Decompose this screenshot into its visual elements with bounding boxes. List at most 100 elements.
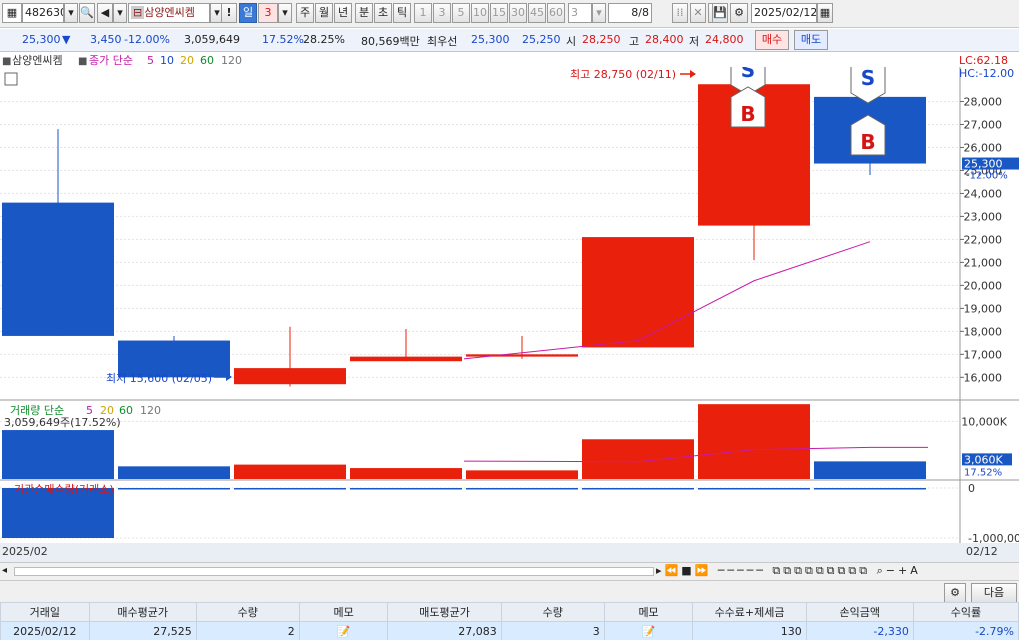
interval-select-dropdown-icon[interactable]: ▾ xyxy=(592,3,606,23)
grid-menu-icon[interactable]: ▦ xyxy=(2,3,22,23)
period-day-button[interactable]: 일 xyxy=(239,3,257,23)
interval-45-button[interactable]: 45 xyxy=(528,3,546,23)
stock-code-input[interactable]: 482630 xyxy=(22,3,64,23)
toolbar: ▦ 482630 ▾ 🔍 ◀ ▾ ⊟ 삼양엔씨켐 ▾ ! 일 3 ▾ 주 월 년 … xyxy=(0,0,1019,28)
col-fee-tax: 수수료+제세금 xyxy=(692,602,807,622)
alert-icon[interactable]: ! xyxy=(221,3,237,23)
period-month-button[interactable]: 월 xyxy=(315,3,333,23)
memo-icon[interactable]: 📝 xyxy=(298,621,389,640)
volume-bar[interactable] xyxy=(2,430,114,479)
period-count-dropdown-icon[interactable]: ▾ xyxy=(278,3,292,23)
trade-amount: 80,569백만 xyxy=(361,35,420,48)
institution-bar[interactable] xyxy=(118,488,230,490)
speaker-dropdown-icon[interactable]: ▾ xyxy=(113,3,127,23)
open-label: 시 xyxy=(566,35,577,48)
volume-bar[interactable] xyxy=(234,464,346,479)
interval-30-button[interactable]: 30 xyxy=(509,3,527,23)
volume-bar[interactable] xyxy=(350,468,462,479)
period-count-field[interactable]: 3 xyxy=(258,3,278,23)
candle-body[interactable] xyxy=(234,368,346,385)
institution-bar[interactable] xyxy=(582,488,694,490)
buy-button[interactable]: 매수 xyxy=(755,30,789,50)
interval-15-button[interactable]: 15 xyxy=(490,3,508,23)
best-quote-label: 최우선 xyxy=(427,35,458,48)
period-year-button[interactable]: 년 xyxy=(334,3,352,23)
interval-3-button[interactable]: 3 xyxy=(433,3,451,23)
ma-period-5: 5 xyxy=(147,54,154,67)
interval-5-button[interactable]: 5 xyxy=(452,3,470,23)
period-second-button[interactable]: 초 xyxy=(374,3,392,23)
high-label: 고 xyxy=(629,35,640,48)
candle-body[interactable] xyxy=(350,356,462,362)
interval-1-button[interactable]: 1 xyxy=(414,3,432,23)
period-minute-button[interactable]: 분 xyxy=(355,3,373,23)
institution-bar[interactable] xyxy=(698,488,810,490)
col-buy-memo: 메모 xyxy=(298,602,389,622)
memo-icon[interactable]: 📝 xyxy=(603,621,694,640)
col-trade-date: 거래일 xyxy=(0,602,90,622)
table-row[interactable]: 2025/02/12 27,525 2 📝 27,083 3 📝 130 -2,… xyxy=(0,621,1019,640)
crosshair-icon[interactable]: ✕ xyxy=(690,3,706,23)
grid-dots-icon[interactable]: ⁞⁞ xyxy=(672,3,688,23)
stock-name: 삼양엔씨켐 xyxy=(144,6,195,19)
down-arrow-icon: ▼ xyxy=(62,33,71,46)
code-dropdown-icon[interactable]: ▾ xyxy=(64,3,78,23)
save-icon[interactable]: 💾 xyxy=(712,3,728,23)
gear-icon[interactable]: ⚙ xyxy=(730,3,748,23)
col-buy-avg: 매수평균가 xyxy=(88,602,197,622)
x-axis-end: 02/12 xyxy=(966,545,998,558)
period-tick-button[interactable]: 틱 xyxy=(393,3,411,23)
cell-buy-avg: 27,525 xyxy=(88,621,197,640)
scroll-left-icon[interactable]: ◂ xyxy=(2,565,7,576)
volume-bar[interactable] xyxy=(814,461,926,479)
gear-icon[interactable]: ⚙ xyxy=(944,583,966,603)
cell-sell-qty: 3 xyxy=(500,621,605,640)
chart-scrollbar[interactable]: ◂ ▸⏪■⏩ ───── ⧉⧉⧉⧉⧉⧉⧉⧉⧉ ⌕−+A xyxy=(0,562,1019,580)
trade-toolbar: ⚙ 다음 xyxy=(0,580,1019,604)
hc-value: HC:-12.00 xyxy=(959,67,1014,80)
interval-60-button[interactable]: 60 xyxy=(547,3,565,23)
change-rate: -12.00% xyxy=(124,33,170,46)
institution-bar[interactable] xyxy=(350,488,462,490)
cell-pnl: -2,330 xyxy=(805,621,914,640)
candle-body[interactable] xyxy=(466,354,578,357)
volume-bar[interactable] xyxy=(582,439,694,479)
sell-button[interactable]: 매도 xyxy=(794,30,828,50)
quote-bar: 25,300 ▼ 3,450 -12.00% 3,059,649 17.52% … xyxy=(0,29,1019,52)
signal-label: B xyxy=(860,130,875,154)
speaker-icon[interactable]: ◀ xyxy=(97,3,113,23)
legend-marker-icon: ■ xyxy=(78,56,87,67)
high-price: 28,400 xyxy=(645,33,684,46)
institution-title: 기관순매수량(거래소) xyxy=(14,483,114,496)
next-button[interactable]: 다음 xyxy=(971,583,1017,603)
scroll-track[interactable] xyxy=(14,567,654,576)
stock-tag: 삼양엔씨켐 xyxy=(12,54,63,67)
volume-bar[interactable] xyxy=(118,466,230,479)
chart-tools[interactable]: ▸⏪■⏩ ───── ⧉⧉⧉⧉⧉⧉⧉⧉⧉ ⌕−+A xyxy=(656,564,1016,580)
interval-10-button[interactable]: 10 xyxy=(471,3,489,23)
search-icon[interactable]: 🔍 xyxy=(79,3,95,23)
interval-select[interactable]: 3 xyxy=(568,3,592,23)
price-chart[interactable]: SBSB 16,00017,00018,00019,00020,00021,00… xyxy=(0,53,1019,563)
page-indicator: 8/8 xyxy=(608,3,652,23)
date-input[interactable]: 2025/02/12 xyxy=(751,3,817,23)
candle-body[interactable] xyxy=(2,202,114,336)
table-toggle-icon[interactable] xyxy=(4,72,18,86)
col-sell-memo: 메모 xyxy=(603,602,694,622)
calendar-icon[interactable]: ▦ xyxy=(817,3,833,23)
price-tag-pct: -12.00% xyxy=(966,171,1008,182)
candle-body[interactable] xyxy=(582,237,694,348)
ma-period-20: 20 xyxy=(180,54,194,67)
high-note: 최고 28,750 (02/11) xyxy=(570,68,676,81)
institution-bar[interactable] xyxy=(234,488,346,490)
volume-bar[interactable] xyxy=(466,470,578,479)
vol-period-60: 60 xyxy=(119,404,133,417)
institution-bar[interactable] xyxy=(814,488,926,490)
institution-bar[interactable] xyxy=(466,488,578,490)
ma-label: 종가 단순 xyxy=(89,54,133,67)
cell-fee: 130 xyxy=(692,621,807,640)
price-tick-label: 26,000 xyxy=(964,141,1003,154)
period-week-button[interactable]: 주 xyxy=(296,3,314,23)
volume-bar[interactable] xyxy=(698,404,810,479)
stock-name-field[interactable]: ⊟ 삼양엔씨켐 xyxy=(128,3,210,23)
